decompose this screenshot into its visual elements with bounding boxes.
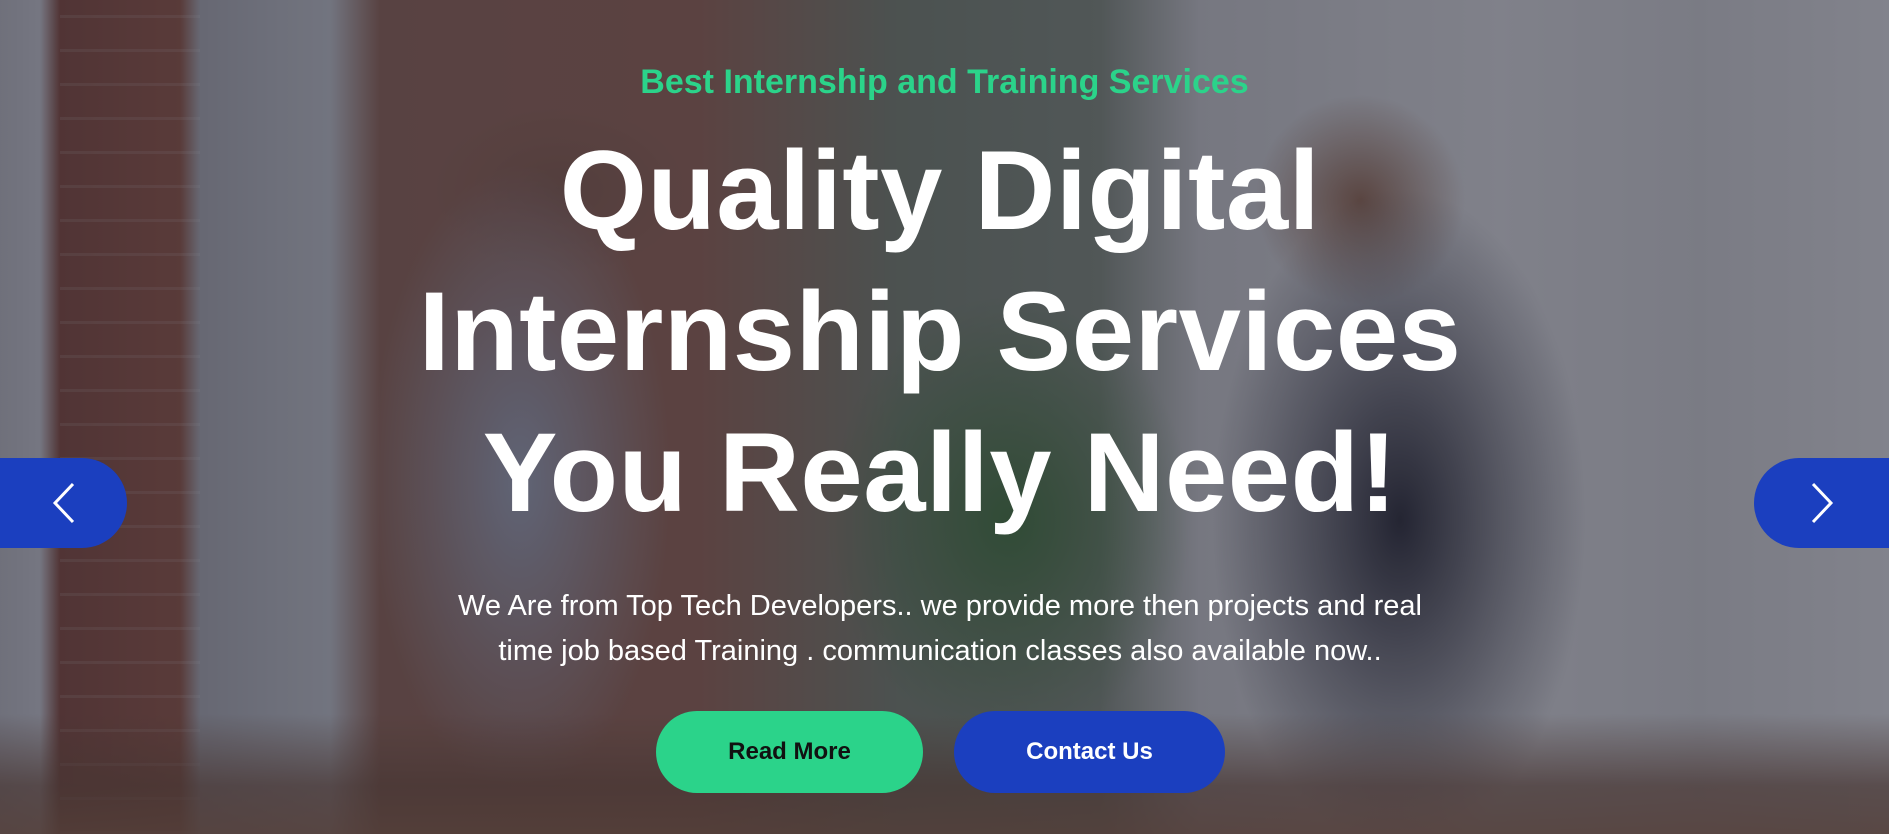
chevron-right-icon bbox=[1809, 481, 1835, 525]
contact-us-button[interactable]: Contact Us bbox=[954, 711, 1225, 793]
hero-description: We Are from Top Tech Developers.. we pro… bbox=[420, 584, 1460, 674]
description-line: We Are from Top Tech Developers.. we pro… bbox=[458, 590, 1422, 622]
read-more-button[interactable]: Read More bbox=[656, 711, 923, 793]
hero-slider: Best Internship and Training Services Qu… bbox=[0, 0, 1889, 834]
headline-line: You Really Need! bbox=[482, 410, 1398, 535]
chevron-left-icon bbox=[51, 481, 77, 525]
hero-eyebrow-text: Best Internship and Training Services bbox=[640, 63, 1249, 101]
headline-line: Quality Digital bbox=[559, 128, 1321, 253]
hero-content: Best Internship and Training Services Qu… bbox=[0, 0, 1889, 834]
hero-headline: Quality Digital Internship Services You … bbox=[300, 120, 1580, 543]
carousel-next-button[interactable] bbox=[1754, 458, 1889, 548]
carousel-prev-button[interactable] bbox=[0, 458, 127, 548]
headline-line: Internship Services bbox=[418, 269, 1462, 394]
description-line: time job based Training . communication … bbox=[498, 635, 1382, 667]
